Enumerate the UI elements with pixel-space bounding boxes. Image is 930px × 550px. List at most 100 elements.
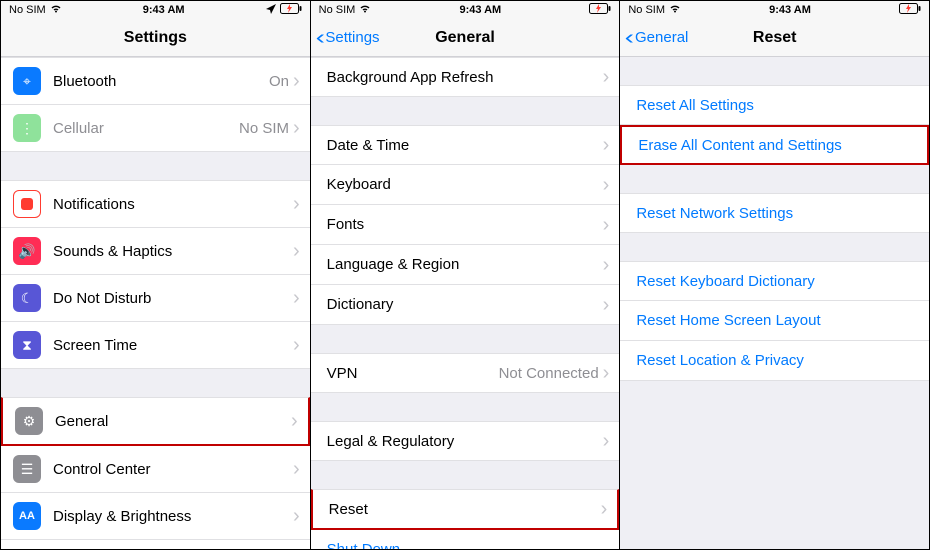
- chevron-left-icon: ‹: [315, 28, 324, 48]
- chevron-right-icon: ›: [603, 295, 610, 315]
- chevron-right-icon: ›: [293, 194, 300, 214]
- row-reset-all[interactable]: Reset All Settings: [620, 85, 929, 125]
- back-label: Settings: [325, 29, 379, 46]
- row-language[interactable]: Language & Region ›: [311, 245, 620, 285]
- back-button[interactable]: ‹ General: [620, 28, 688, 48]
- row-bluetooth[interactable]: ⌖ Bluetooth On ›: [1, 57, 310, 105]
- row-background-refresh[interactable]: Background App Refresh ›: [311, 57, 620, 97]
- row-dnd[interactable]: ☾ Do Not Disturb ›: [1, 275, 310, 322]
- row-reset[interactable]: Reset ›: [311, 489, 620, 530]
- page-title: Settings: [1, 29, 310, 47]
- row-label: Language & Region: [327, 256, 603, 273]
- nav-bar: ‹ General Reset: [620, 19, 929, 57]
- row-label: Erase All Content and Settings: [638, 137, 917, 154]
- carrier-text: No SIM: [319, 4, 356, 16]
- carrier-text: No SIM: [9, 4, 46, 16]
- cellular-icon: ⋮: [13, 114, 41, 142]
- row-vpn[interactable]: VPN Not Connected ›: [311, 353, 620, 393]
- chevron-right-icon: ›: [293, 71, 300, 91]
- row-erase-all[interactable]: Erase All Content and Settings: [620, 125, 929, 165]
- chevron-right-icon: ›: [291, 411, 298, 431]
- row-label: Do Not Disturb: [53, 290, 293, 307]
- back-button[interactable]: ‹ Settings: [311, 28, 380, 48]
- reset-screen: No SIM 9:43 AM ‹ General Reset Reset All…: [620, 1, 929, 549]
- row-label: Reset All Settings: [636, 97, 919, 114]
- row-sounds[interactable]: 🔊 Sounds & Haptics ›: [1, 228, 310, 275]
- nav-bar: Settings: [1, 19, 310, 57]
- time-text: 9:43 AM: [143, 4, 185, 16]
- chevron-right-icon: ›: [293, 506, 300, 526]
- row-detail: No SIM: [239, 120, 289, 137]
- chevron-right-icon: ›: [603, 215, 610, 235]
- row-label: Background App Refresh: [327, 69, 603, 86]
- sounds-icon: 🔊: [13, 237, 41, 265]
- row-display[interactable]: AA Display & Brightness ›: [1, 493, 310, 540]
- row-label: Reset Network Settings: [636, 205, 919, 222]
- chevron-right-icon: ›: [603, 175, 610, 195]
- row-label: Legal & Regulatory: [327, 433, 603, 450]
- row-label: Shut Down: [327, 541, 610, 549]
- row-home-screen[interactable]: Home Screen ›: [1, 540, 310, 549]
- general-screen: No SIM 9:43 AM ‹ Settings General Backgr…: [311, 1, 621, 549]
- notifications-icon: [13, 190, 41, 218]
- chevron-right-icon: ›: [293, 241, 300, 261]
- row-notifications[interactable]: Notifications ›: [1, 180, 310, 228]
- chevron-right-icon: ›: [603, 135, 610, 155]
- row-general[interactable]: ⚙ General ›: [1, 397, 310, 446]
- row-legal[interactable]: Legal & Regulatory ›: [311, 421, 620, 461]
- time-text: 9:43 AM: [769, 4, 811, 16]
- row-reset-network[interactable]: Reset Network Settings: [620, 193, 929, 233]
- row-label: Bluetooth: [53, 73, 269, 90]
- row-reset-location[interactable]: Reset Location & Privacy: [620, 341, 929, 381]
- row-dictionary[interactable]: Dictionary ›: [311, 285, 620, 325]
- row-label: Date & Time: [327, 137, 603, 154]
- row-reset-home[interactable]: Reset Home Screen Layout: [620, 301, 929, 341]
- back-label: General: [635, 29, 688, 46]
- row-label: Notifications: [53, 196, 293, 213]
- nav-bar: ‹ Settings General: [311, 19, 620, 57]
- wifi-icon: [669, 4, 681, 16]
- row-detail: Not Connected: [499, 365, 599, 382]
- location-icon: [266, 4, 276, 17]
- row-shutdown[interactable]: Shut Down: [311, 530, 620, 549]
- row-label: General: [55, 413, 291, 430]
- wifi-icon: [50, 4, 62, 16]
- status-bar: No SIM 9:43 AM: [311, 1, 620, 19]
- moon-icon: ☾: [13, 284, 41, 312]
- row-label: Sounds & Haptics: [53, 243, 293, 260]
- chevron-right-icon: ›: [293, 335, 300, 355]
- hourglass-icon: ⧗: [13, 331, 41, 359]
- battery-icon: [589, 3, 611, 17]
- chevron-right-icon: ›: [601, 499, 608, 519]
- wifi-icon: [359, 4, 371, 16]
- chevron-right-icon: ›: [603, 363, 610, 383]
- chevron-left-icon: ‹: [625, 28, 634, 48]
- row-keyboard[interactable]: Keyboard ›: [311, 165, 620, 205]
- row-cellular[interactable]: ⋮ Cellular No SIM ›: [1, 105, 310, 152]
- row-label: Control Center: [53, 461, 293, 478]
- display-icon: AA: [13, 502, 41, 530]
- row-label: Reset Home Screen Layout: [636, 312, 919, 329]
- row-detail: On: [269, 73, 289, 90]
- chevron-right-icon: ›: [293, 118, 300, 138]
- row-label: VPN: [327, 365, 499, 382]
- battery-icon: [280, 3, 302, 17]
- chevron-right-icon: ›: [293, 459, 300, 479]
- row-label: Display & Brightness: [53, 508, 293, 525]
- row-date-time[interactable]: Date & Time ›: [311, 125, 620, 165]
- row-screentime[interactable]: ⧗ Screen Time ›: [1, 322, 310, 369]
- bluetooth-icon: ⌖: [13, 67, 41, 95]
- gear-icon: ⚙: [15, 407, 43, 435]
- chevron-right-icon: ›: [603, 431, 610, 451]
- settings-screen: No SIM 9:43 AM Settings ⌖: [1, 1, 311, 549]
- row-reset-keyboard[interactable]: Reset Keyboard Dictionary: [620, 261, 929, 301]
- row-fonts[interactable]: Fonts ›: [311, 205, 620, 245]
- chevron-right-icon: ›: [603, 255, 610, 275]
- status-bar: No SIM 9:43 AM: [620, 1, 929, 19]
- carrier-text: No SIM: [628, 4, 665, 16]
- row-label: Reset Keyboard Dictionary: [636, 273, 919, 290]
- row-control-center[interactable]: ☰ Control Center ›: [1, 446, 310, 493]
- battery-icon: [899, 3, 921, 17]
- time-text: 9:43 AM: [459, 4, 501, 16]
- chevron-right-icon: ›: [603, 67, 610, 87]
